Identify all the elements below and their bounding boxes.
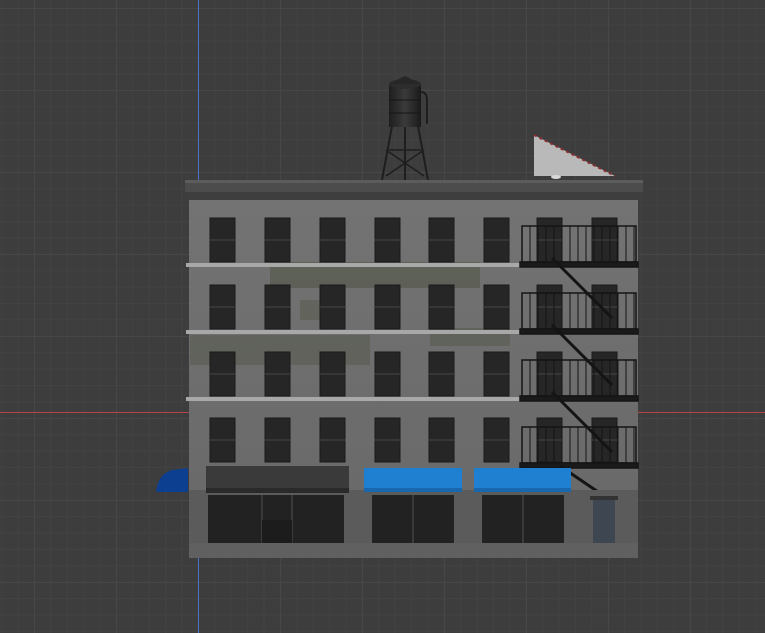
fire-escape-deck [519,395,639,402]
awning-navy [156,468,188,492]
water-tower [381,76,429,181]
fire-escape-deck [519,328,639,335]
awning-blue-2 [474,468,571,491]
3d-viewport[interactable] [0,0,765,633]
roof-bulkhead [533,134,616,179]
roof-cornice [185,180,643,202]
building-model[interactable] [0,0,765,633]
storefront [189,490,638,558]
fire-escape-deck [519,462,639,469]
awning-blue-1 [364,468,462,491]
fire-escape-deck [519,261,639,268]
